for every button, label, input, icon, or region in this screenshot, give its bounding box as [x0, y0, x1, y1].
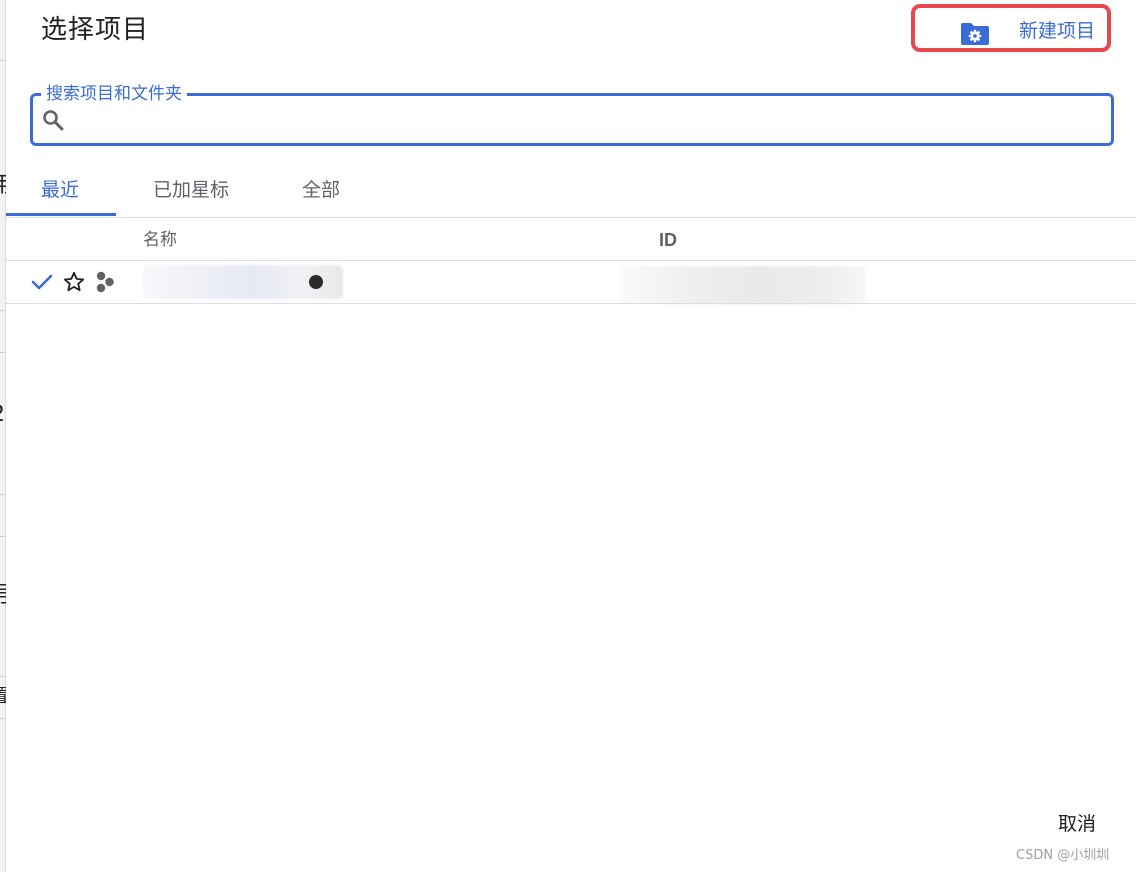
dialog-title: 选择项目: [41, 15, 150, 45]
search-icon: [43, 110, 64, 131]
search-label: 搜索项目和文件夹: [41, 83, 187, 105]
table-row[interactable]: [6, 261, 1136, 304]
tabs-divider: [6, 217, 1136, 218]
column-header-name: 名称: [143, 230, 177, 250]
folder-gear-icon: [961, 23, 989, 45]
tab-recent[interactable]: 最近: [41, 177, 79, 203]
tab-starred[interactable]: 已加星标: [153, 177, 229, 203]
new-project-label: 新建项目: [1019, 20, 1096, 42]
search-field[interactable]: 搜索项目和文件夹: [30, 83, 1114, 146]
project-id-redacted: [621, 266, 866, 304]
star-outline-icon[interactable]: [63, 271, 85, 293]
watermark: CSDN @小圳圳: [1016, 848, 1110, 863]
new-project-button[interactable]: 新建项目: [911, 4, 1111, 52]
search-input[interactable]: [73, 104, 1097, 138]
active-tab-indicator: [6, 213, 116, 216]
background-text-fragment: 2: [0, 404, 5, 426]
project-icon: [96, 271, 114, 293]
check-icon: [31, 274, 53, 290]
tab-all[interactable]: 全部: [302, 177, 340, 203]
row-divider: [6, 303, 1136, 304]
cancel-button[interactable]: 取消: [1058, 811, 1096, 837]
screenshot-page: 用 2 号 置 选择项目: [0, 0, 1136, 872]
column-header-id: ID: [659, 230, 677, 250]
tab-bar: 最近 已加星标 全部: [6, 168, 1136, 217]
select-project-dialog: 选择项目 新建项目 搜索项目和文件夹 最近 已加星标 全部 名称 ID 取消: [6, 0, 1136, 872]
project-name-redacted-mark: [309, 275, 323, 289]
